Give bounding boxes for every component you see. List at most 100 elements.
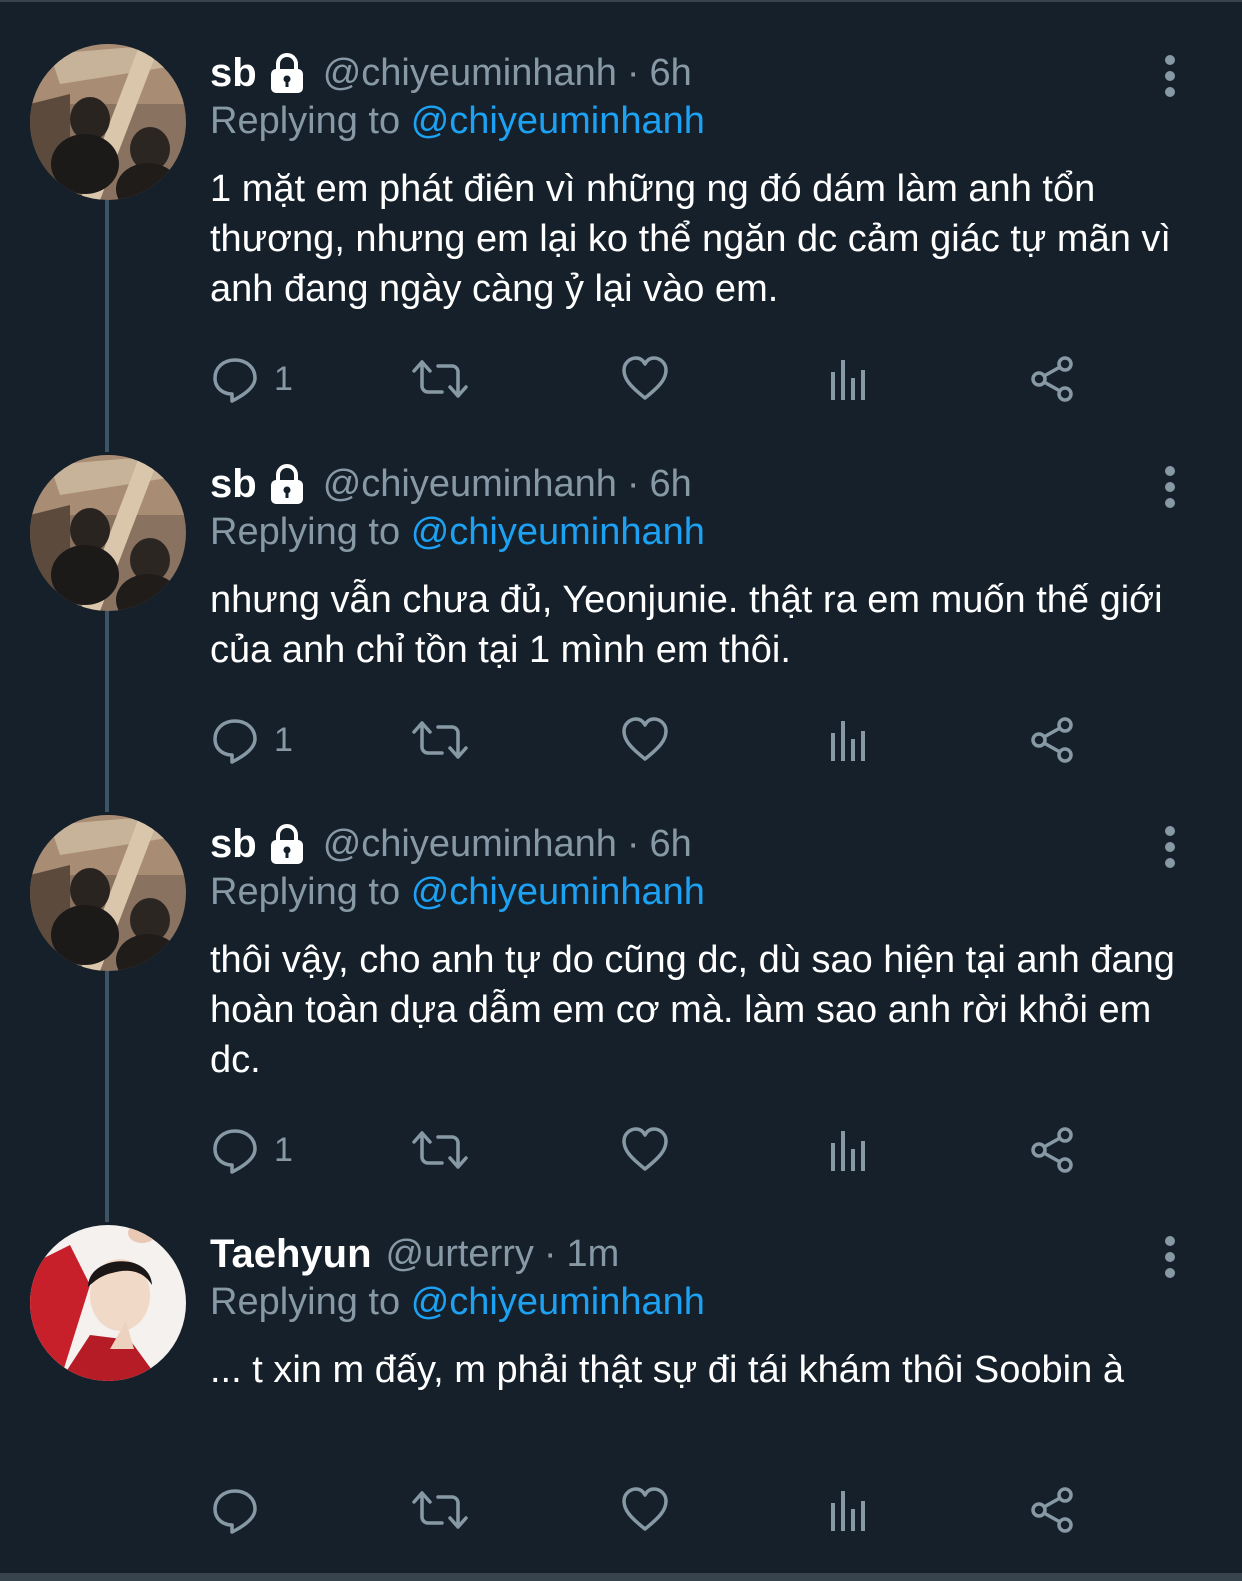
analytics-icon <box>831 721 865 761</box>
analytics-button[interactable] <box>825 1120 875 1180</box>
lock-icon <box>270 53 303 93</box>
user-handle[interactable]: @chiyeuminhanh <box>323 52 617 95</box>
retweet-button[interactable] <box>410 710 470 770</box>
like-button[interactable] <box>620 349 670 409</box>
tweet[interactable]: sb @chiyeuminhanh · 6h Replying to @chiy… <box>0 815 1242 1195</box>
replying-to: Replying to @chiyeuminhanh <box>210 1281 705 1324</box>
replying-mention-link[interactable]: @chiyeuminhanh <box>411 100 705 142</box>
replying-to: Replying to @chiyeuminhanh <box>210 100 705 143</box>
timestamp[interactable]: 1m <box>567 1233 620 1276</box>
replying-mention-link[interactable]: @chiyeuminhanh <box>411 871 705 913</box>
heart-icon <box>622 1127 668 1171</box>
reply-count: 1 <box>274 720 293 759</box>
separator-dot: · <box>626 822 640 865</box>
heart-icon <box>622 1487 668 1531</box>
reply-count: 1 <box>274 359 293 398</box>
reply-icon <box>213 358 257 403</box>
reply-icon <box>213 1129 257 1174</box>
action-bar: 1 <box>210 710 1090 770</box>
retweet-icon <box>412 1491 468 1529</box>
reply-button[interactable]: 1 <box>210 349 293 409</box>
couple-photo-avatar <box>30 455 186 611</box>
replying-to: Replying to @chiyeuminhanh <box>210 871 705 914</box>
display-name[interactable]: sb <box>210 822 257 867</box>
replying-prefix: Replying to <box>210 100 401 142</box>
tweet-text: thôi vậy, cho anh tự do cũng dc, dù sao … <box>210 939 1175 1081</box>
retweet-button[interactable] <box>410 349 470 409</box>
retweet-icon <box>412 360 468 398</box>
avatar[interactable] <box>30 1225 186 1381</box>
replying-prefix: Replying to <box>210 511 401 553</box>
timestamp[interactable]: 6h <box>650 823 692 866</box>
top-divider <box>0 0 1242 2</box>
tweet-header: sb @chiyeuminhanh · 6h <box>210 459 692 509</box>
display-name[interactable]: Taehyun <box>210 1232 372 1277</box>
tweet[interactable]: sb @chiyeuminhanh · 6h Replying to @chiy… <box>0 44 1242 424</box>
tweet[interactable]: Taehyun @urterry · 1m Replying to @chiye… <box>0 1225 1242 1555</box>
avatar[interactable] <box>30 44 186 200</box>
analytics-icon <box>831 1491 865 1531</box>
display-name[interactable]: sb <box>210 51 257 96</box>
analytics-icon <box>831 360 865 400</box>
heart-icon <box>622 356 668 400</box>
share-button[interactable] <box>1028 710 1078 770</box>
share-icon <box>1031 1127 1073 1173</box>
action-bar: 1 <box>210 1120 1090 1180</box>
retweet-button[interactable] <box>410 1480 470 1540</box>
analytics-button[interactable] <box>825 349 875 409</box>
like-button[interactable] <box>620 1120 670 1180</box>
share-button[interactable] <box>1028 349 1078 409</box>
more-vertical-icon[interactable] <box>1156 1235 1184 1279</box>
like-button[interactable] <box>620 1480 670 1540</box>
tweet-header: Taehyun @urterry · 1m <box>210 1229 619 1279</box>
lock-icon <box>270 464 303 504</box>
reply-button[interactable]: 1 <box>210 710 293 770</box>
tweet-text: 1 mặt em phát điên vì những ng đó dám là… <box>210 168 1171 310</box>
analytics-button[interactable] <box>825 1480 875 1540</box>
display-name[interactable]: sb <box>210 462 257 507</box>
couple-photo-avatar <box>30 44 186 200</box>
replying-prefix: Replying to <box>210 871 401 913</box>
tweet-header: sb @chiyeuminhanh · 6h <box>210 48 692 98</box>
analytics-button[interactable] <box>825 710 875 770</box>
reply-button[interactable]: 1 <box>210 1120 293 1180</box>
reply-button[interactable] <box>210 1480 274 1540</box>
analytics-icon <box>831 1131 865 1171</box>
action-bar: 1 <box>210 349 1090 409</box>
reply-icon <box>213 719 257 764</box>
avatar[interactable] <box>30 455 186 611</box>
action-bar <box>210 1480 1090 1540</box>
timestamp[interactable]: 6h <box>650 463 692 506</box>
share-button[interactable] <box>1028 1120 1078 1180</box>
user-handle[interactable]: @chiyeuminhanh <box>323 463 617 506</box>
user-handle[interactable]: @chiyeuminhanh <box>323 823 617 866</box>
user-handle[interactable]: @urterry <box>386 1233 534 1276</box>
reply-icon <box>213 1489 257 1534</box>
more-vertical-icon[interactable] <box>1156 54 1184 98</box>
replying-mention-link[interactable]: @chiyeuminhanh <box>411 1281 705 1323</box>
tweet-header: sb @chiyeuminhanh · 6h <box>210 819 692 869</box>
retweet-button[interactable] <box>410 1120 470 1180</box>
separator-dot: · <box>626 462 640 505</box>
reply-count: 1 <box>274 1130 293 1169</box>
retweet-icon <box>412 1131 468 1169</box>
tweet[interactable]: sb @chiyeuminhanh · 6h Replying to @chiy… <box>0 455 1242 785</box>
like-button[interactable] <box>620 710 670 770</box>
retweet-icon <box>412 721 468 759</box>
more-vertical-icon[interactable] <box>1156 465 1184 509</box>
timestamp[interactable]: 6h <box>650 52 692 95</box>
share-icon <box>1031 356 1073 402</box>
separator-dot: · <box>626 51 640 94</box>
share-button[interactable] <box>1028 1480 1078 1540</box>
replying-to: Replying to @chiyeuminhanh <box>210 511 705 554</box>
share-icon <box>1031 1487 1073 1533</box>
separator-dot: · <box>543 1232 557 1275</box>
bottom-divider <box>0 1573 1242 1581</box>
couple-photo-avatar <box>30 815 186 971</box>
avatar[interactable] <box>30 815 186 971</box>
share-icon <box>1031 717 1073 763</box>
more-vertical-icon[interactable] <box>1156 825 1184 869</box>
replying-mention-link[interactable]: @chiyeuminhanh <box>411 511 705 553</box>
red-outfit-avatar <box>30 1225 186 1381</box>
tweet-text: nhưng vẫn chưa đủ, Yeonjunie. thật ra em… <box>210 579 1163 671</box>
